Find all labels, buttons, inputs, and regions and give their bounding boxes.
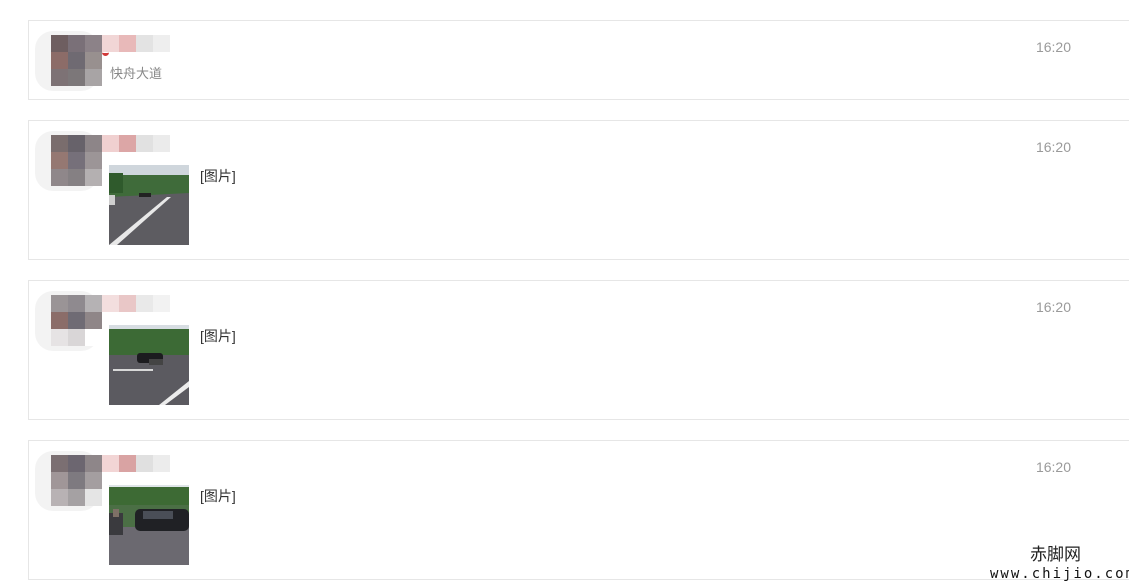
nickname-redacted xyxy=(102,295,170,312)
nickname-redacted xyxy=(102,135,170,152)
damaged-car-photo-thumbnail[interactable] xyxy=(109,485,189,565)
message-time: 16:20 xyxy=(1035,459,1071,475)
image-label: [图片] xyxy=(200,488,236,504)
road-photo-thumbnail[interactable] xyxy=(109,165,189,245)
road-accident-photo-thumbnail[interactable] xyxy=(109,325,189,405)
avatar[interactable] xyxy=(51,35,102,86)
message-card[interactable]: [图片] 16:20 xyxy=(28,440,1129,580)
avatar[interactable] xyxy=(51,135,102,186)
message-time: 16:20 xyxy=(1035,39,1071,55)
message-card[interactable]: [图片] 16:20 xyxy=(28,280,1129,420)
message-list: 快舟大道 16:20 [图片] 16:20 [图片] 16:20 [图片] 16… xyxy=(0,0,1129,586)
message-time: 16:20 xyxy=(1035,139,1071,155)
red-mark-icon xyxy=(102,49,109,56)
message-card[interactable]: 快舟大道 16:20 xyxy=(28,20,1129,100)
message-subtitle: 快舟大道 xyxy=(110,66,163,81)
message-card[interactable]: [图片] 16:20 xyxy=(28,120,1129,260)
watermark-site-name: 赤脚网 xyxy=(1030,545,1081,565)
nickname-redacted xyxy=(102,455,170,472)
message-time: 16:20 xyxy=(1035,299,1071,315)
avatar[interactable] xyxy=(51,455,102,506)
nickname-redacted xyxy=(102,35,170,52)
watermark-url: www.chijio.com xyxy=(990,566,1129,582)
image-label: [图片] xyxy=(200,328,236,344)
avatar[interactable] xyxy=(51,295,102,346)
image-label: [图片] xyxy=(200,168,236,184)
